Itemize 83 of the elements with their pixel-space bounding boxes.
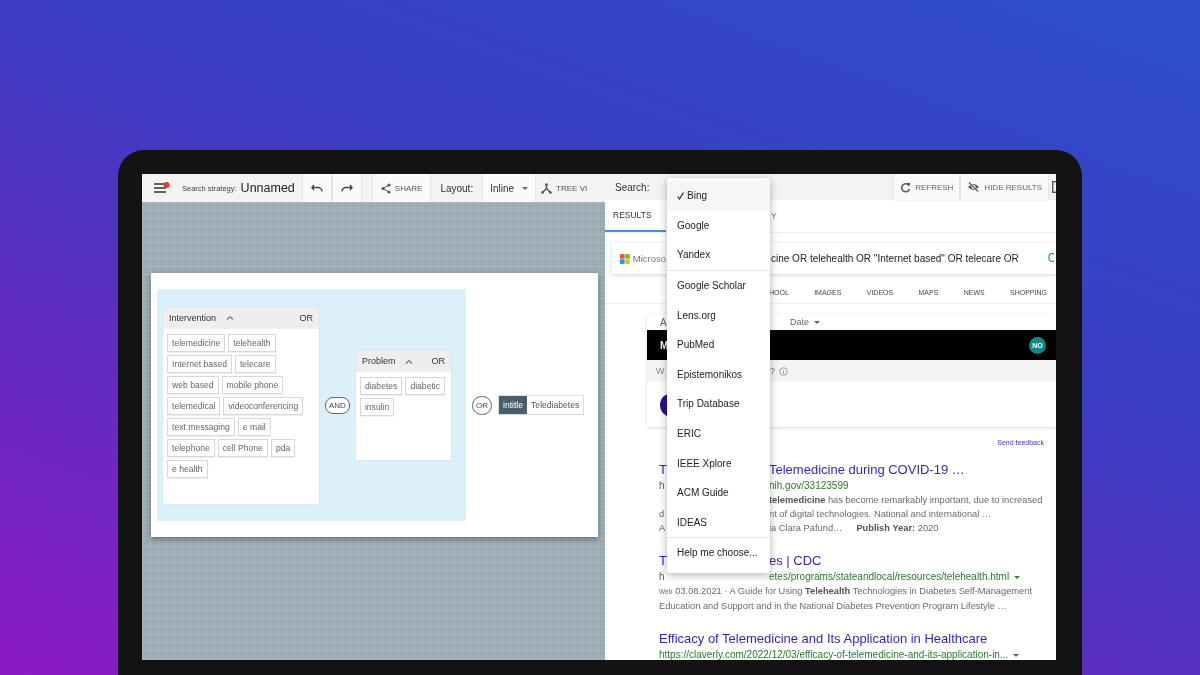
- engine-option[interactable]: Trip Database: [667, 389, 770, 419]
- result-url[interactable]: nih.gov/33123599: [769, 480, 849, 491]
- engine-option[interactable]: Google Scholar: [667, 270, 770, 301]
- term-chip[interactable]: telecare: [234, 354, 276, 373]
- undo-button[interactable]: [302, 174, 331, 202]
- collapse-icon[interactable]: [226, 315, 235, 320]
- menu-icon[interactable]: [154, 182, 170, 194]
- refresh-icon: [900, 181, 912, 193]
- layout-label: Layout:: [440, 182, 474, 194]
- term-chip[interactable]: cell Phone: [217, 438, 268, 457]
- term-chip[interactable]: text messaging: [167, 417, 235, 436]
- tree-icon: [541, 182, 553, 194]
- engine-option[interactable]: Yandex: [667, 240, 770, 270]
- result-url[interactable]: https://claverly.com/2022/12/03/efficacy-of-telemedicine-and-its-application-in...: [659, 649, 1009, 660]
- redo-icon: [340, 184, 353, 192]
- term-chip[interactable]: diabetes: [359, 377, 403, 395]
- engine-option[interactable]: Lens.org: [667, 300, 770, 330]
- panel-icon[interactable]: [1052, 181, 1056, 193]
- term-chip[interactable]: telemedical: [167, 396, 221, 415]
- term-chip[interactable]: pda: [270, 438, 296, 457]
- share-icon: [380, 182, 391, 194]
- filter-fragment: A: [659, 316, 667, 328]
- result-title[interactable]: T: [659, 462, 669, 478]
- term-chip[interactable]: web based: [167, 375, 219, 394]
- layout-select[interactable]: Inline: [483, 174, 536, 202]
- search-label: Search:: [615, 181, 650, 193]
- term-chip[interactable]: e mail: [237, 417, 271, 436]
- engine-option[interactable]: IEEE Xplore: [667, 448, 770, 478]
- strategy-name[interactable]: Unnamed: [240, 181, 295, 195]
- result-title[interactable]: T: [659, 553, 669, 569]
- concept-title: Problem: [361, 356, 396, 366]
- concept-operator[interactable]: OR: [431, 356, 445, 366]
- engine-option[interactable]: PubMed: [667, 329, 770, 360]
- engine-option[interactable]: Google: [667, 210, 770, 241]
- windows-logo-icon: [620, 252, 630, 265]
- engine-option[interactable]: Help me choose...: [667, 538, 770, 568]
- date-filter[interactable]: Date: [770, 317, 1056, 327]
- result-meta: ia Clara Pafund…: [769, 522, 843, 535]
- term-chip[interactable]: telemedicine: [167, 333, 226, 352]
- collapse-icon[interactable]: [405, 358, 414, 364]
- undo-icon: [310, 184, 323, 192]
- hide-results-button[interactable]: HIDE RESULTS: [961, 174, 1048, 200]
- prompt-fragment: ?: [770, 366, 775, 376]
- url-menu-icon[interactable]: [1013, 653, 1020, 657]
- meta-fragment: A: [659, 522, 667, 535]
- query-text: cine OR telehealth OR "Internet based" OR telecare OR: [770, 253, 1020, 264]
- result-url[interactable]: h: [659, 478, 669, 493]
- banner-fragment: M: [659, 339, 667, 351]
- redo-button[interactable]: [332, 174, 361, 202]
- result-title[interactable]: Efficacy of Telemedicine and Its Application in Healthcare: [659, 631, 1046, 647]
- term-chip[interactable]: mobile phone: [221, 375, 284, 394]
- result-url[interactable]: etes/programs/stateandlocal/resources/telehealth.html: [769, 571, 1010, 582]
- tree-view-button[interactable]: TREE VI: [537, 174, 588, 202]
- engine-option[interactable]: Bing: [667, 181, 770, 211]
- url-menu-icon[interactable]: [1014, 575, 1021, 579]
- result-meta: Publish Year: 2020: [856, 522, 939, 535]
- prompt-fragment: W: [655, 366, 666, 376]
- engine-option[interactable]: ERIC: [667, 418, 770, 449]
- share-button[interactable]: SHARE: [372, 174, 431, 202]
- term-chip[interactable]: telephone: [167, 438, 215, 457]
- term-chip[interactable]: telehealth: [228, 333, 276, 352]
- check-icon: [677, 191, 684, 200]
- engine-option[interactable]: IDEAS: [667, 507, 770, 538]
- engine-option[interactable]: Epistemonikos: [667, 359, 770, 390]
- operator-pill[interactable]: AND: [325, 396, 350, 414]
- term-chip[interactable]: Internet based: [167, 354, 232, 373]
- result-title[interactable]: es | CDC: [769, 553, 1046, 569]
- refresh-button[interactable]: REFRESH: [894, 174, 960, 200]
- concept-title: Intervention: [169, 312, 217, 323]
- snippet-fragment: d: [659, 509, 665, 519]
- term-chip[interactable]: insulin: [359, 398, 395, 416]
- term-chip[interactable]: diabetic: [405, 377, 445, 395]
- operator-pill[interactable]: OR: [472, 395, 492, 415]
- eye-slash-icon: [967, 182, 981, 192]
- term-chip[interactable]: e health: [167, 459, 208, 478]
- snippet-text: nt of digital technologies. National and international …: [769, 508, 993, 521]
- result-title[interactable]: Telemedicine during COVID-19 …: [769, 462, 1046, 478]
- term-chip[interactable]: videoconferencing: [223, 396, 304, 415]
- result-url[interactable]: h: [659, 569, 669, 584]
- snippet-text: telemedicine has become remarkably important, due to increased: [769, 494, 1044, 507]
- concept-operator[interactable]: OR: [299, 312, 313, 323]
- engine-option[interactable]: ACM Guide: [667, 477, 770, 508]
- logo-text: Microso: [632, 253, 666, 264]
